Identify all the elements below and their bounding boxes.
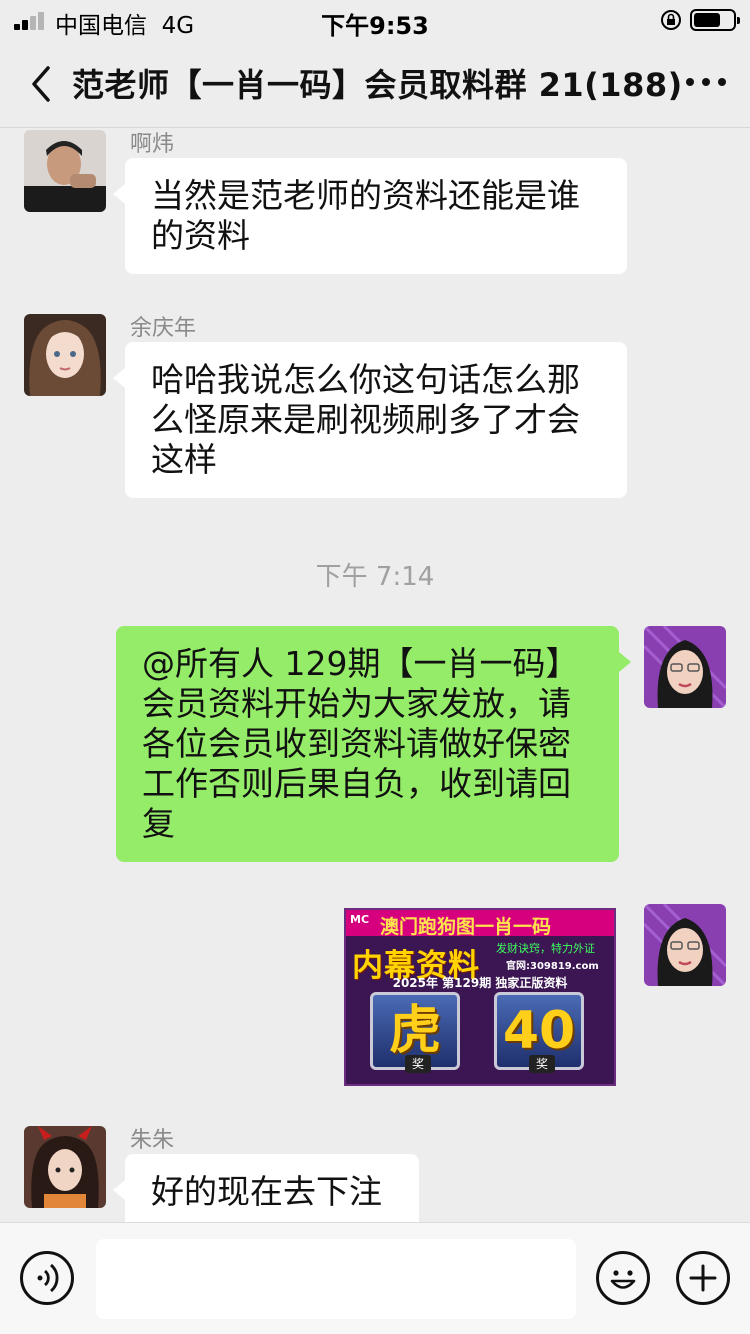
back-icon[interactable] bbox=[26, 64, 62, 104]
sender-name: 啊炜 bbox=[130, 132, 175, 157]
status-time: 下午9:53 bbox=[321, 12, 429, 40]
message-line: 这样 bbox=[151, 440, 217, 479]
message-bubble[interactable]: 哈哈我说怎么你这句话怎么那 么怪原来是刷视频刷多了才会 这样 bbox=[113, 342, 627, 498]
sender-name: 余庆年 bbox=[130, 316, 197, 341]
badge-foot: 奖 bbox=[405, 1055, 431, 1073]
message-line: 好的现在去下注 bbox=[151, 1172, 382, 1211]
my-avatar[interactable] bbox=[644, 626, 726, 708]
rotation-lock-icon bbox=[661, 10, 681, 30]
message-list[interactable]: 啊炜 当然是范老师的资料还能是谁 的资料 余庆年 哈哈我说怎么你这句话怎么那 么… bbox=[0, 128, 750, 1222]
message-line: 么怪原来是刷视频刷多了才会 bbox=[151, 400, 580, 439]
message-bubble[interactable]: 当然是范老师的资料还能是谁 的资料 bbox=[113, 158, 627, 274]
badge-text: 40 bbox=[502, 1001, 576, 1061]
message-line: 哈哈我说怎么你这句话怎么那 bbox=[151, 360, 580, 399]
message-bubble[interactable]: @所有人 129期【一肖一码】 会员资料开始为大家发放，请 各位会员收到资料请做… bbox=[116, 626, 631, 862]
my-avatar[interactable] bbox=[644, 904, 726, 986]
more-icon[interactable] bbox=[686, 78, 730, 90]
message-input[interactable] bbox=[96, 1239, 576, 1319]
badge-text: 虎 bbox=[388, 1001, 441, 1061]
message-line: 的资料 bbox=[151, 216, 250, 255]
message-line: 各位会员收到资料请做好保密 bbox=[142, 724, 571, 763]
image-badge-right: 40 奖 bbox=[494, 992, 584, 1073]
message-line: 当然是范老师的资料还能是谁 bbox=[151, 176, 580, 215]
avatar[interactable] bbox=[24, 1126, 106, 1208]
message-line: @所有人 129期【一肖一码】 bbox=[142, 644, 579, 683]
avatar[interactable] bbox=[24, 314, 106, 396]
image-issue: 2025年 第129期 独家正版资料 bbox=[392, 976, 568, 990]
avatar[interactable] bbox=[24, 130, 106, 212]
plus-icon[interactable] bbox=[676, 1251, 730, 1305]
image-badge-left: 虎 奖 bbox=[370, 992, 460, 1073]
status-bar: 中国电信 4G 下午9:53 bbox=[0, 0, 750, 40]
input-bar bbox=[0, 1222, 750, 1334]
chat-header: 范老师【一肖一码】会员取料群 21(188) bbox=[0, 40, 750, 128]
battery-icon bbox=[690, 9, 740, 31]
image-message[interactable]: MC 澳门跑狗图一肖一码 内幕资料 发财诀窍，特力外证 官网:309819.co… bbox=[344, 908, 616, 1086]
message-line: 工作否则后果自负，收到请回 bbox=[142, 764, 571, 803]
image-header: 澳门跑狗图一肖一码 bbox=[380, 916, 552, 938]
image-website: 官网:309819.com bbox=[506, 961, 599, 972]
timestamp: 下午 7:14 bbox=[315, 562, 435, 592]
image-slogan: 发财诀窍，特力外证 bbox=[496, 942, 595, 955]
voice-icon[interactable] bbox=[20, 1251, 74, 1305]
message-bubble[interactable]: 好的现在去下注 bbox=[113, 1154, 419, 1222]
badge-foot: 奖 bbox=[529, 1055, 555, 1073]
sender-name: 朱朱 bbox=[130, 1128, 175, 1153]
message-line: 复 bbox=[142, 804, 175, 843]
image-logo: MC bbox=[350, 913, 370, 926]
message-line: 会员资料开始为大家发放，请 bbox=[142, 684, 571, 723]
chat-title: 范老师【一肖一码】会员取料群 21(188) bbox=[72, 66, 683, 104]
emoji-icon[interactable] bbox=[596, 1251, 650, 1305]
